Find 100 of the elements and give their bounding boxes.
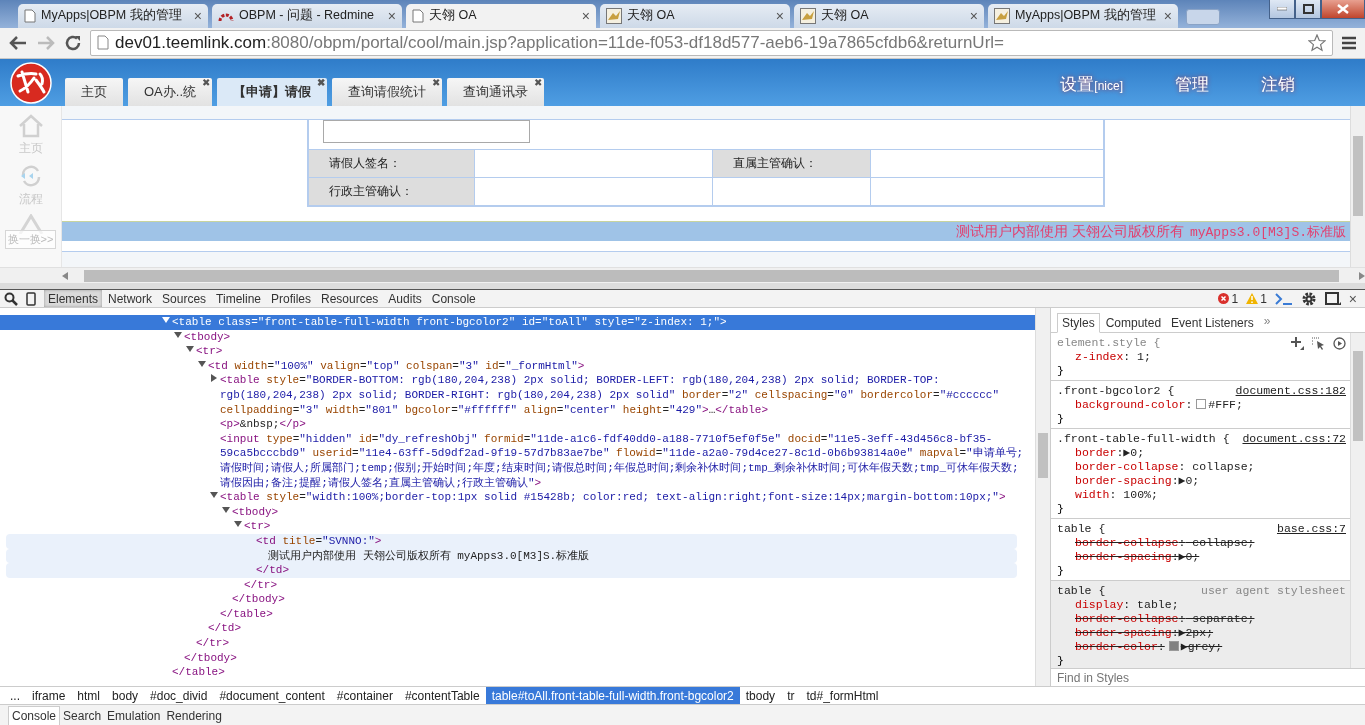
color-swatch[interactable]: [1168, 641, 1179, 651]
css-property[interactable]: border-color: ▶grey;: [1057, 640, 1346, 654]
breadcrumb-item[interactable]: #document_content: [213, 687, 331, 704]
css-property[interactable]: border-spacing:▶0;: [1057, 474, 1346, 488]
page-tab[interactable]: 查询通讯录 ✖: [447, 78, 544, 106]
devtools-tab[interactable]: Resources: [317, 290, 383, 307]
browser-tab[interactable]: 天翎 OA ×: [794, 3, 984, 28]
breadcrumb-item[interactable]: html: [71, 687, 107, 704]
back-icon[interactable]: [8, 34, 28, 51]
breadcrumb-item[interactable]: iframe: [26, 687, 72, 704]
more-tabs-button[interactable]: »: [1259, 314, 1271, 332]
close-icon[interactable]: ✖: [317, 77, 325, 88]
console-prompt-icon[interactable]: [1274, 292, 1293, 305]
breadcrumb-item[interactable]: #contentTable: [398, 687, 486, 704]
reload-icon[interactable]: [64, 33, 82, 52]
dock-icon[interactable]: [1324, 291, 1341, 306]
close-icon[interactable]: ✖: [534, 77, 542, 88]
horizontal-scrollbar[interactable]: [0, 267, 1365, 283]
mobile-device-icon[interactable]: [26, 291, 36, 306]
devtools-tab[interactable]: Sources: [158, 290, 211, 307]
css-property[interactable]: border:▶0;: [1057, 446, 1346, 460]
browser-tab[interactable]: MyApps|OBPM 我的管理 ×: [988, 3, 1178, 28]
browser-tab[interactable]: OBPM - 问题 - Redmine ×: [212, 3, 402, 28]
close-window-button[interactable]: [1321, 0, 1365, 19]
dom-node-line[interactable]: <p>&nbsp;</p>: [0, 417, 1035, 432]
devtools-tab[interactable]: Network: [104, 290, 157, 307]
page-tab[interactable]: OA办..统 ✖: [128, 78, 212, 106]
browser-tab[interactable]: MyApps|OBPM 我的管理 ×: [18, 3, 208, 28]
css-property[interactable]: z-index: 1;: [1057, 350, 1346, 364]
dom-node-line[interactable]: <tbody>: [0, 329, 1035, 345]
page-tab[interactable]: 查询请假统计 ✖: [332, 78, 442, 106]
play-icon[interactable]: [1333, 336, 1346, 350]
devtools-tab[interactable]: Elements: [44, 290, 103, 307]
css-property[interactable]: width: 100%;: [1057, 488, 1346, 502]
dom-node-line[interactable]: <tbody>: [0, 504, 1035, 520]
search-icon[interactable]: [4, 291, 18, 306]
menu-icon[interactable]: [1341, 34, 1357, 51]
close-icon[interactable]: ×: [775, 7, 784, 24]
devtools-tab[interactable]: Console: [427, 290, 480, 307]
dom-node-line[interactable]: </table>: [0, 606, 1035, 622]
find-in-styles-field[interactable]: Find in Styles: [1051, 668, 1365, 686]
vertical-scrollbar[interactable]: [1350, 333, 1365, 668]
close-icon[interactable]: ×: [1163, 7, 1172, 24]
close-icon[interactable]: ×: [193, 7, 202, 24]
header-link[interactable]: 管理: [1175, 73, 1209, 96]
sidebar-tab[interactable]: Styles: [1057, 313, 1100, 333]
breadcrumb-item[interactable]: #container: [330, 687, 399, 704]
dom-node-line[interactable]: <td title="SVNNO:">: [6, 533, 1017, 549]
dom-node-line[interactable]: </td>: [0, 621, 1035, 637]
breadcrumb-item[interactable]: ...: [4, 687, 26, 704]
color-swatch[interactable]: [1196, 399, 1207, 409]
settings-icon[interactable]: [1300, 290, 1317, 307]
sidebar-tab[interactable]: Computed: [1101, 314, 1166, 332]
css-property[interactable]: background-color: #FFF;: [1057, 398, 1346, 412]
drawer-tab[interactable]: Console: [8, 706, 61, 725]
close-icon[interactable]: ×: [969, 7, 978, 24]
page-tab[interactable]: 主页: [65, 78, 123, 106]
css-property[interactable]: display: table;: [1057, 598, 1346, 612]
close-icon[interactable]: [1337, 4, 1349, 14]
dom-node-line[interactable]: <tr>: [0, 344, 1035, 359]
dom-node-line[interactable]: </tbody>: [0, 592, 1035, 607]
scroll-right-icon[interactable]: [1359, 271, 1365, 280]
header-link[interactable]: 注销: [1261, 73, 1295, 96]
dom-node-line[interactable]: </td>: [6, 563, 1017, 578]
browser-tab[interactable]: 天翎 OA ×: [406, 3, 596, 28]
vertical-scrollbar[interactable]: [1350, 106, 1365, 267]
css-source-link[interactable]: document.css:72: [1242, 432, 1346, 446]
css-source-link[interactable]: document.css:182: [1235, 384, 1346, 398]
browser-tab[interactable]: 天翎 OA ×: [600, 3, 790, 28]
css-source-link[interactable]: base.css:7: [1277, 522, 1346, 536]
dom-node-line[interactable]: <tr>: [0, 519, 1035, 534]
css-property[interactable]: border-collapse: separate;: [1057, 612, 1346, 626]
close-icon[interactable]: ×: [1348, 290, 1357, 307]
dom-node-line[interactable]: </tr>: [0, 577, 1035, 593]
css-property[interactable]: border-spacing:▶0;: [1057, 550, 1346, 564]
drawer-tab[interactable]: Rendering: [163, 707, 225, 725]
breadcrumb-item[interactable]: tbody: [739, 687, 782, 704]
breadcrumb-item[interactable]: body: [106, 687, 145, 704]
minimize-button[interactable]: [1269, 0, 1295, 19]
page-tab[interactable]: 【申请】请假 ✖: [217, 78, 327, 106]
devtools-tab[interactable]: Timeline: [212, 290, 265, 307]
breadcrumb-item[interactable]: td#_formHtml: [800, 687, 885, 704]
close-icon[interactable]: ×: [387, 7, 396, 24]
restore-icon[interactable]: [1302, 4, 1314, 14]
scroll-left-icon[interactable]: [62, 271, 68, 280]
dom-node-line[interactable]: <table style="BORDER-BOTTOM: rgb(180,204,238) 2px solid; BORDER-LEFT: rgb(180,204,238) 2px solid; BORDER-TOP: rgb(180,204,238) 2px solid; BORDER-RIGHT: rgb(180,204,238) 2px solid" border="2" cellspacing="0" bordercolor="#cccccc" cellpadding="3" width="801" bgcolor="#ffffff" align="center" height="429">…</table>: [0, 373, 1035, 418]
css-property[interactable]: border-collapse: collapse;: [1057, 536, 1346, 550]
drawer-tab[interactable]: Search: [60, 707, 105, 725]
dom-node-line[interactable]: <table style="width:100%;border-top:1px solid #15428b; color:red; text-align:right;font-size:14px;margin-bottom:10px;">: [0, 490, 1035, 505]
close-icon[interactable]: ×: [581, 7, 590, 24]
breadcrumb-item[interactable]: tr: [781, 687, 801, 704]
drawer-tab[interactable]: Emulation: [104, 707, 164, 725]
star-icon[interactable]: [1308, 33, 1326, 52]
sidebar-tab[interactable]: Event Listeners: [1167, 314, 1258, 332]
address-field[interactable]: dev01.teemlink.com:8080/obpm/portal/cool/main.jsp?application=11de-f053-df18d577-aeb6-19a7865cfdb6&returnUrl=: [90, 29, 1333, 56]
maximize-button[interactable]: [1295, 0, 1321, 19]
breadcrumb-item[interactable]: table#toAll.front-table-full-width.front-bgcolor2: [485, 687, 740, 704]
dom-node-line[interactable]: </table>: [0, 665, 1035, 680]
devtools-tab[interactable]: Profiles: [267, 290, 315, 307]
close-icon[interactable]: ✖: [432, 77, 440, 88]
